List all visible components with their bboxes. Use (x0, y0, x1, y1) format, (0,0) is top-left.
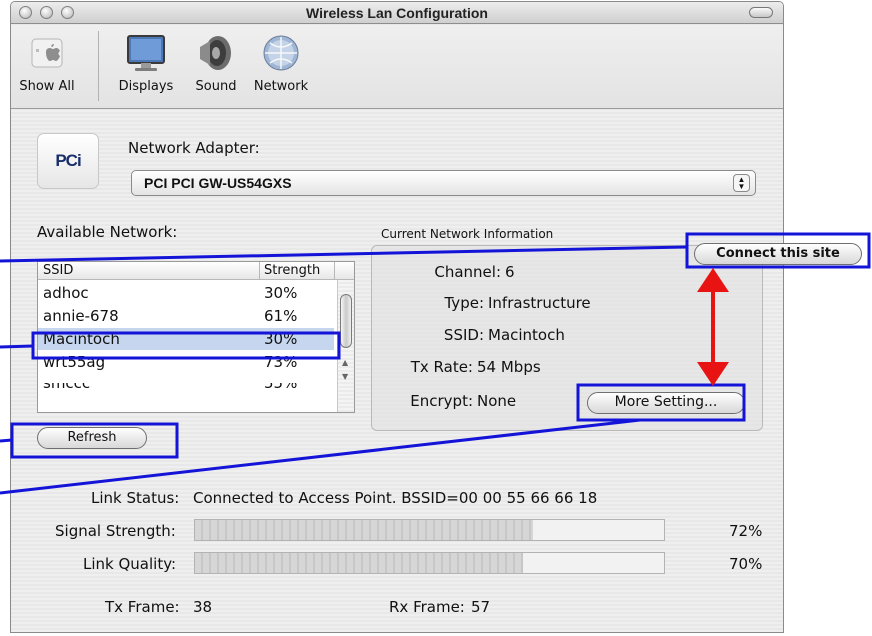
toolbar-sound[interactable]: Sound (189, 33, 243, 94)
network-list-scrollbar[interactable]: ▲ ▼ (337, 280, 354, 412)
signal-strength-percent: 72% (729, 522, 763, 540)
network-ssid: Macintoch (43, 330, 120, 348)
globe-icon (261, 33, 301, 73)
connect-this-site-button[interactable]: Connect this site (694, 243, 862, 265)
network-ssid: smccc (43, 383, 91, 392)
network-adapter-select[interactable]: PCI PCI GW-US54GXS ▲ ▼ (131, 170, 756, 196)
network-strength: 61% (264, 307, 298, 325)
column-header-strength[interactable]: Strength (264, 263, 320, 278)
link-quality-fill (195, 553, 524, 573)
toolbar: Show All Displays Sound Network (11, 25, 783, 109)
speaker-icon (196, 33, 236, 73)
scrollbar-thumb[interactable] (340, 294, 352, 348)
more-setting-button[interactable]: More Setting... (587, 392, 745, 414)
encrypt-value: None (477, 392, 517, 410)
signal-strength-label: Signal Strength: (55, 522, 176, 540)
channel-label: Channel: (434, 263, 501, 281)
network-row[interactable]: wrt55ag 73% (38, 351, 334, 373)
toolbar-displays[interactable]: Displays (109, 33, 183, 94)
network-ssid: wrt55ag (43, 353, 106, 371)
tx-rate-value: 54 Mbps (477, 358, 541, 376)
encrypt-label: Encrypt: (410, 392, 473, 410)
column-divider (334, 262, 335, 280)
preferences-window: Wireless Lan Configuration Show All Disp… (10, 1, 784, 633)
toolbar-show-all[interactable]: Show All (17, 33, 77, 94)
toolbar-label-displays: Displays (118, 79, 174, 94)
display-icon (126, 33, 166, 73)
signal-strength-bar (194, 519, 665, 541)
network-strength: 30% (264, 284, 298, 302)
network-row[interactable]: adhoc 30% (38, 282, 334, 304)
channel-value: 6 (505, 263, 515, 281)
network-adapter-label: Network Adapter: (128, 139, 260, 157)
apple-icon (27, 33, 67, 73)
signal-strength-fill (195, 520, 533, 540)
network-list: SSID Strength adhoc 30% annie-678 61% Ma… (37, 261, 355, 413)
toolbar-toggle-button[interactable] (749, 7, 773, 18)
type-value: Infrastructure (488, 294, 591, 312)
network-row[interactable]: annie-678 61% (38, 305, 334, 327)
pci-logo: PCi (37, 133, 99, 189)
rx-frame-value: 57 (471, 598, 491, 616)
link-quality-percent: 70% (729, 555, 763, 573)
rx-frame-label: Rx Frame: (389, 598, 465, 616)
network-row[interactable]: smccc 55% (38, 383, 334, 395)
title-bar: Wireless Lan Configuration (11, 2, 783, 24)
network-ssid: adhoc (43, 284, 89, 302)
toolbar-separator (98, 31, 99, 101)
scroll-down-arrow-icon[interactable]: ▼ (342, 372, 348, 381)
network-adapter-value: PCI PCI GW-US54GXS (144, 175, 292, 191)
toolbar-network[interactable]: Network (247, 33, 315, 94)
current-network-info-title: Current Network Information (381, 227, 554, 241)
available-network-label: Available Network: (37, 223, 178, 241)
toolbar-label-sound: Sound (195, 79, 237, 94)
network-strength: 73% (264, 353, 298, 371)
ssid-value: Macintoch (488, 326, 565, 344)
toolbar-label-show-all: Show All (19, 79, 75, 94)
updown-arrows-icon: ▲ ▼ (733, 174, 750, 192)
network-list-header: SSID Strength (38, 262, 354, 280)
link-quality-label: Link Quality: (83, 555, 177, 573)
network-strength: 30% (264, 330, 298, 348)
window-title: Wireless Lan Configuration (306, 5, 488, 21)
tx-frame-label: Tx Frame: (105, 598, 180, 616)
column-divider (259, 262, 260, 280)
tx-rate-label: Tx Rate: (410, 358, 473, 376)
scroll-up-arrow-icon[interactable]: ▲ (342, 358, 348, 367)
column-header-ssid[interactable]: SSID (43, 263, 73, 278)
network-ssid: annie-678 (43, 307, 119, 325)
type-label: Type: (444, 294, 484, 312)
link-status-label: Link Status: (91, 489, 180, 507)
link-status-value: Connected to Access Point. BSSID=00 00 5… (193, 489, 598, 507)
ssid-label: SSID: (443, 326, 484, 344)
tx-frame-value: 38 (193, 598, 213, 616)
link-quality-bar (194, 552, 665, 574)
network-row-selected[interactable]: Macintoch 30% (38, 328, 334, 350)
network-strength: 55% (264, 383, 298, 392)
toolbar-label-network: Network (253, 79, 309, 94)
refresh-button[interactable]: Refresh (37, 427, 147, 449)
